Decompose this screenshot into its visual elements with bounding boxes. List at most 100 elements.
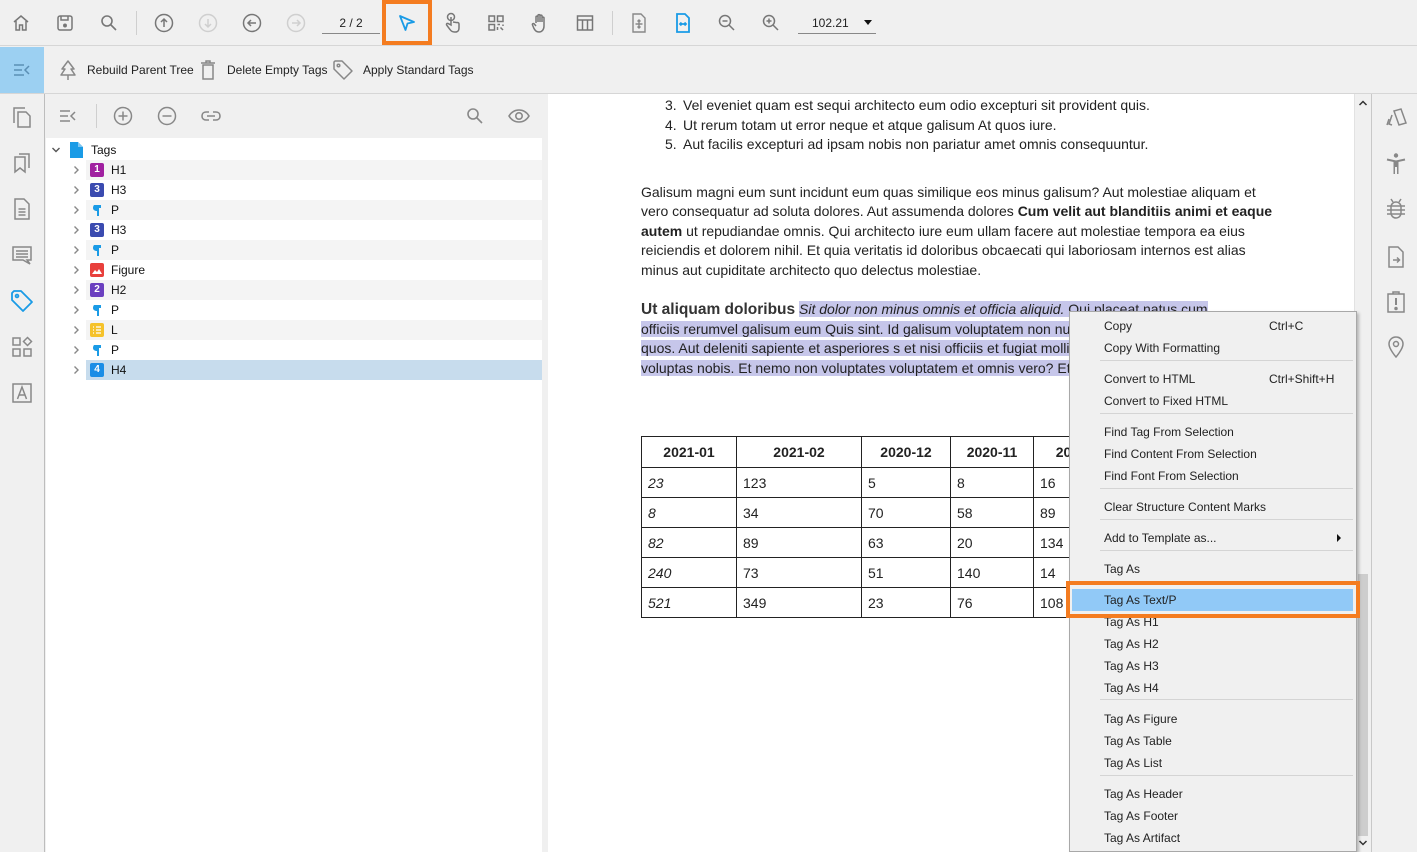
content-button[interactable]	[9, 334, 35, 360]
accessibility-button[interactable]	[1383, 151, 1409, 177]
remove-tag-button[interactable]	[155, 104, 179, 128]
zoom-in-button[interactable]	[757, 9, 785, 37]
menu-item-tag-as-h3[interactable]: Tag As H3	[1070, 655, 1356, 677]
tree-item[interactable]: P	[46, 300, 542, 320]
collapse-all-button[interactable]	[56, 104, 80, 128]
chevron-right-icon[interactable]	[71, 285, 81, 295]
touch-tool-button[interactable]	[438, 9, 466, 37]
tree-item[interactable]: P	[46, 340, 542, 360]
chevron-right-icon[interactable]	[71, 305, 81, 315]
next-page-button[interactable]	[194, 9, 222, 37]
chevron-down-icon[interactable]	[51, 145, 61, 155]
add-tag-button[interactable]	[111, 104, 135, 128]
tree-item[interactable]: P	[46, 240, 542, 260]
fit-page-button[interactable]	[625, 9, 653, 37]
tree-item-label: H4	[111, 363, 127, 377]
menu-item-tag-as-figure[interactable]: Tag As Figure	[1070, 708, 1356, 730]
zoom-level-dropdown[interactable]: 102.21	[798, 12, 876, 34]
pan-tool-button[interactable]	[526, 9, 554, 37]
tree-root-tags[interactable]: Tags	[46, 140, 542, 160]
menu-item-tag-as-footer[interactable]: Tag As Footer	[1070, 805, 1356, 827]
hand-pointer-icon	[442, 12, 462, 34]
menu-item-label: Copy	[1104, 319, 1133, 333]
save-button[interactable]	[51, 9, 79, 37]
tree-item-label: H2	[111, 283, 127, 297]
tree-icon	[58, 59, 78, 81]
chevron-right-icon[interactable]	[71, 325, 81, 335]
rebuild-parent-tree-button[interactable]: Rebuild Parent Tree	[58, 59, 194, 81]
chevron-right-icon[interactable]	[71, 265, 81, 275]
back-button[interactable]	[238, 9, 266, 37]
menu-item-find-content-from-selection[interactable]: Find Content From Selection	[1070, 443, 1356, 465]
pages-button[interactable]	[9, 104, 35, 130]
tree-item[interactable]: 1 H1	[46, 160, 542, 180]
tree-item-label: Figure	[111, 263, 146, 277]
menu-item-tag-as[interactable]: Tag As	[1070, 558, 1356, 580]
debug-button[interactable]	[1383, 196, 1409, 222]
chevron-right-icon[interactable]	[71, 245, 81, 255]
page-number-field[interactable]: 2 / 2	[322, 12, 380, 34]
chevron-right-icon[interactable]	[71, 365, 81, 375]
tree-item[interactable]: 3 H3	[46, 180, 542, 200]
plus-circle-icon	[112, 105, 134, 127]
menu-item-tag-as-h4[interactable]: Tag As H4	[1070, 677, 1356, 699]
zoom-in-icon	[761, 13, 781, 33]
table-cell: 349	[736, 587, 862, 618]
chevron-right-icon[interactable]	[71, 185, 81, 195]
alerts-button[interactable]	[1383, 289, 1409, 315]
scroll-down-icon[interactable]	[1358, 838, 1368, 848]
table-tool-button[interactable]	[571, 9, 599, 37]
cards-icon	[1384, 107, 1408, 131]
chevron-right-icon[interactable]	[71, 205, 81, 215]
menu-item-shortcut: Ctrl+Shift+H	[1269, 372, 1335, 386]
paragraph-tag-icon	[90, 343, 104, 357]
forward-button[interactable]	[282, 9, 310, 37]
heading-tag-icon: 3	[90, 223, 104, 237]
export-button[interactable]	[1383, 244, 1409, 270]
menu-item-label: Tag As List	[1104, 756, 1163, 770]
delete-empty-tags-button[interactable]: Delete Empty Tags	[198, 59, 328, 81]
tree-item[interactable]: Figure	[46, 260, 542, 280]
previous-page-button[interactable]	[150, 9, 178, 37]
find-tag-button[interactable]	[463, 104, 487, 128]
fit-width-button[interactable]	[669, 9, 697, 37]
menu-item-tag-as-header[interactable]: Tag As Header	[1070, 783, 1356, 805]
menu-item-convert-to-fixed-html[interactable]: Convert to Fixed HTML	[1070, 390, 1356, 412]
menu-item-tag-as-table[interactable]: Tag As Table	[1070, 730, 1356, 752]
save-icon	[55, 13, 75, 33]
fonts-button[interactable]	[9, 380, 35, 406]
document-button[interactable]	[9, 196, 35, 222]
menu-item-find-font-from-selection[interactable]: Find Font From Selection	[1070, 465, 1356, 487]
qr-tool-button[interactable]	[482, 9, 510, 37]
tree-item[interactable]: L	[46, 320, 542, 340]
zoom-out-button[interactable]	[713, 9, 741, 37]
menu-item-copy-with-formatting[interactable]: Copy With Formatting	[1070, 337, 1356, 359]
scroll-up-icon[interactable]	[1358, 98, 1368, 108]
tree-item[interactable]: 2 H2	[46, 280, 542, 300]
location-button[interactable]	[1383, 334, 1409, 360]
cards-button[interactable]	[1383, 106, 1409, 132]
tags-button[interactable]	[9, 288, 35, 314]
menu-item-tag-as-list[interactable]: Tag As List	[1070, 752, 1356, 774]
tree-item[interactable]: 4 H4	[46, 360, 542, 380]
panel-toggle-button[interactable]	[0, 47, 44, 93]
menu-item-tag-as-artifact[interactable]: Tag As Artifact	[1070, 827, 1356, 849]
chevron-right-icon[interactable]	[71, 345, 81, 355]
tree-item[interactable]: 3 H3	[46, 220, 542, 240]
show-tags-button[interactable]	[507, 104, 531, 128]
menu-item-add-to-template-as[interactable]: Add to Template as...	[1070, 527, 1356, 549]
chevron-right-icon[interactable]	[71, 225, 81, 235]
search-button[interactable]	[95, 9, 123, 37]
link-tag-button[interactable]	[199, 104, 223, 128]
menu-item-copy[interactable]: Copy Ctrl+C	[1070, 315, 1356, 337]
tree-item[interactable]: P	[46, 200, 542, 220]
bookmarks-button[interactable]	[9, 150, 35, 176]
apply-standard-tags-button[interactable]: Apply Standard Tags	[332, 59, 474, 81]
home-button[interactable]	[7, 9, 35, 37]
menu-item-clear-structure-content-marks[interactable]: Clear Structure Content Marks	[1070, 496, 1356, 518]
menu-item-tag-as-h2[interactable]: Tag As H2	[1070, 633, 1356, 655]
comments-button[interactable]	[9, 242, 35, 268]
chevron-right-icon[interactable]	[71, 165, 81, 175]
menu-item-find-tag-from-selection[interactable]: Find Tag From Selection	[1070, 421, 1356, 443]
menu-item-convert-to-html[interactable]: Convert to HTML Ctrl+Shift+H	[1070, 368, 1356, 390]
